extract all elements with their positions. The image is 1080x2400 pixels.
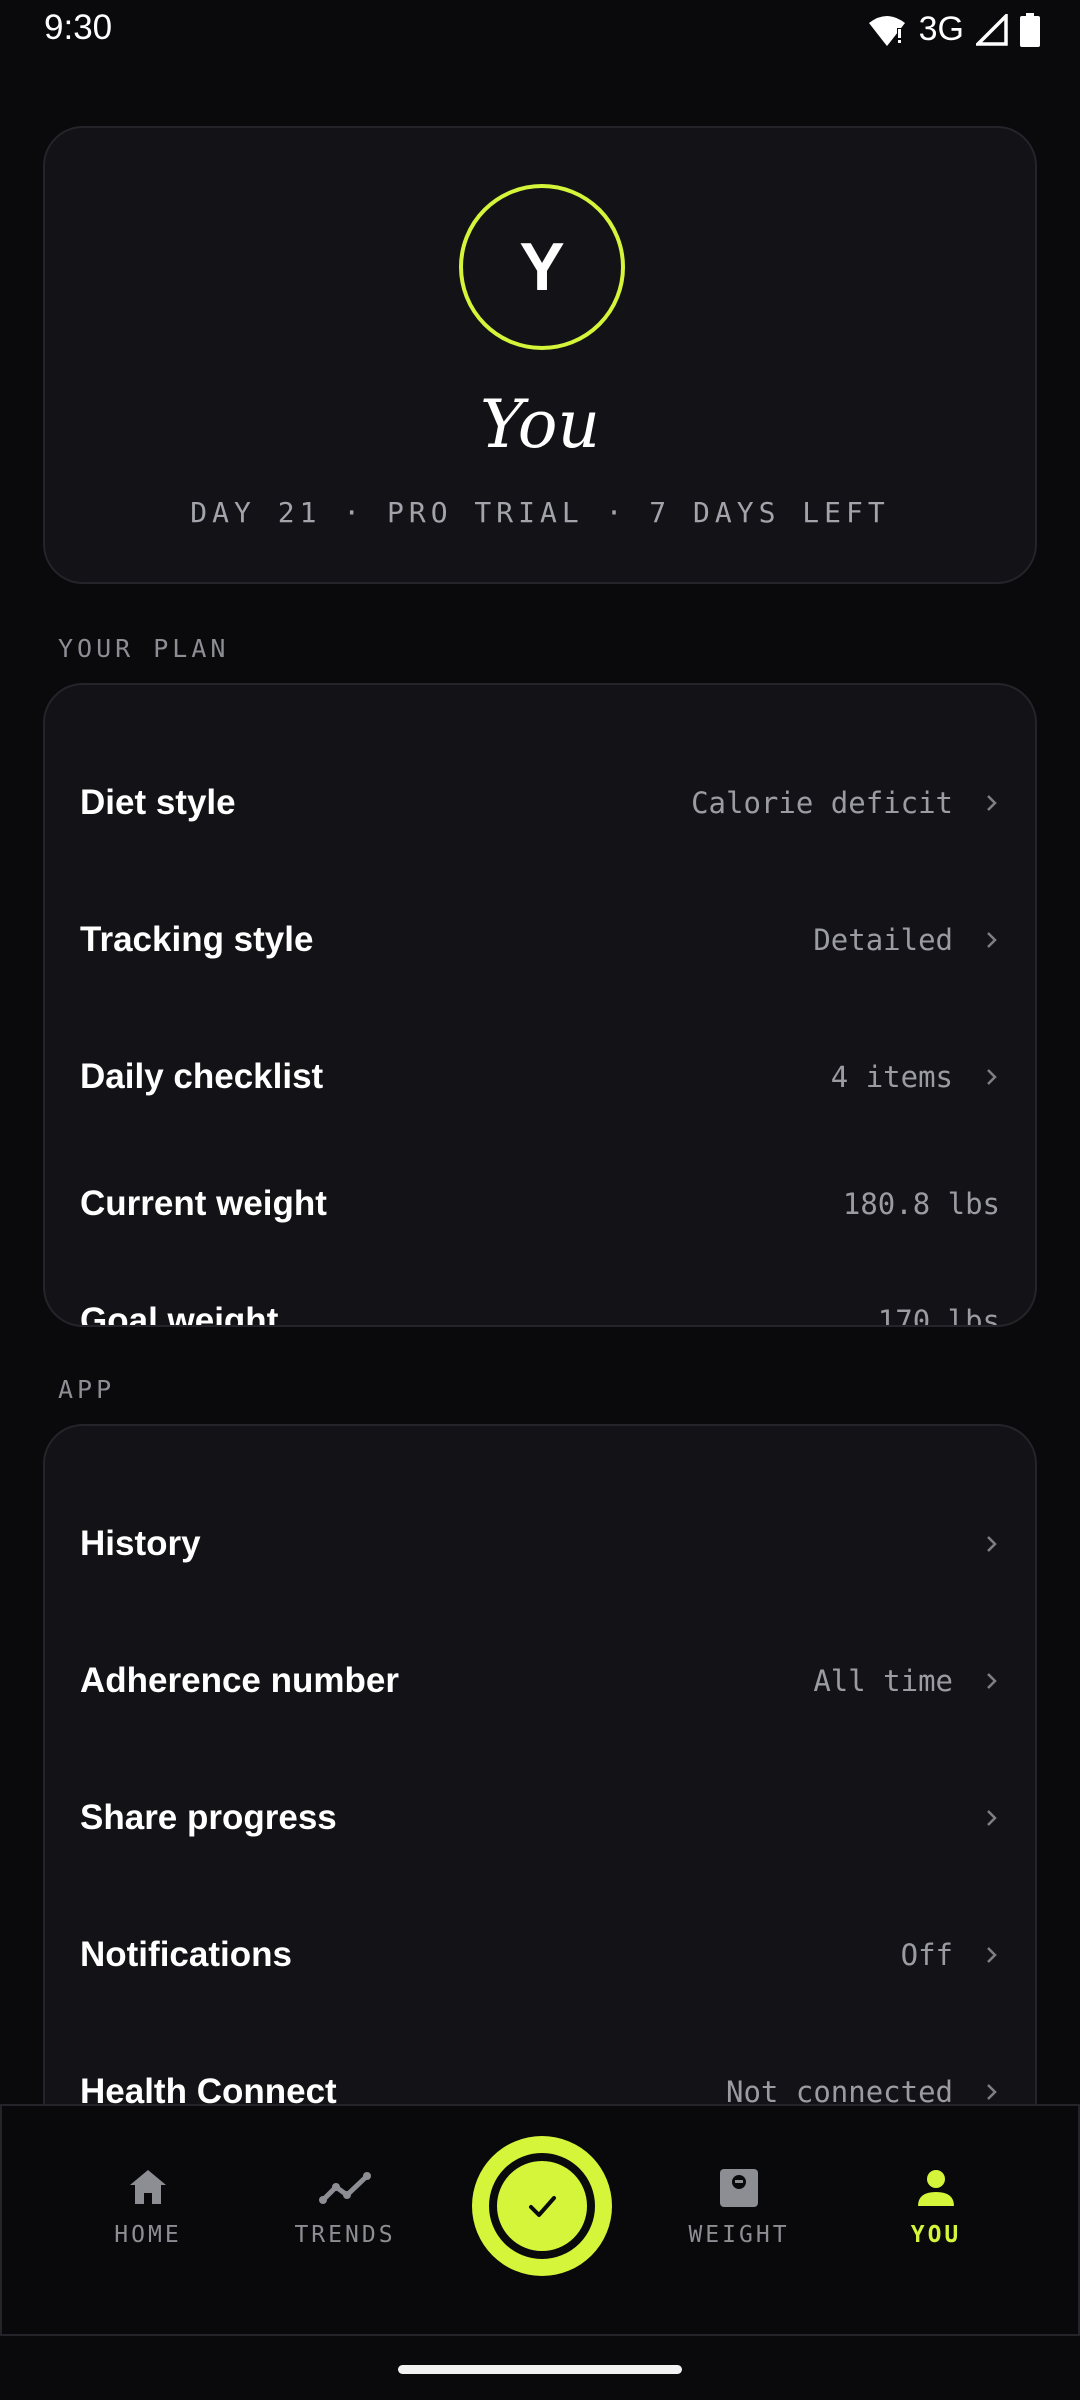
- nav-trends[interactable]: TRENDS: [265, 2166, 425, 2286]
- profile-status: DAY 21 · PRO TRIAL · 7 DAYS LEFT: [190, 496, 890, 529]
- fab-ring: [489, 2153, 595, 2259]
- plan-row-current-weight: Current weight 180.8 lbs: [45, 1154, 1035, 1254]
- log-day-button[interactable]: [472, 2136, 612, 2276]
- chevron-right-icon: [987, 1536, 997, 1552]
- person-icon: [918, 2170, 954, 2206]
- row-value: 170 lbs: [877, 1304, 1000, 1327]
- nav-label: YOU: [910, 2222, 962, 2248]
- home-icon: [130, 2170, 166, 2204]
- nav-home[interactable]: HOME: [68, 2166, 228, 2286]
- section-label-app: APP: [58, 1375, 116, 1404]
- home-indicator[interactable]: [398, 2365, 682, 2374]
- nav-label: WEIGHT: [688, 2222, 790, 2248]
- plan-card: Diet style Calorie deficit Tracking styl…: [43, 683, 1037, 1327]
- row-value: 180.8 lbs: [842, 1187, 1000, 1221]
- row-value: All time: [813, 1664, 953, 1698]
- row-label: History: [80, 1524, 201, 1563]
- chevron-right-icon: [987, 1810, 997, 1826]
- status-time: 9:30: [44, 8, 113, 47]
- app-card: History Adherence number All time Share …: [43, 1424, 1037, 2144]
- row-value: Calorie deficit: [691, 786, 953, 820]
- row-label: Goal weight: [80, 1301, 279, 1327]
- row-label: Adherence number: [80, 1661, 399, 1700]
- avatar[interactable]: Y: [459, 184, 625, 350]
- app-row-history[interactable]: History: [45, 1494, 1035, 1594]
- status-bar: 9:30 3G: [0, 0, 1080, 62]
- battery-icon: [1020, 12, 1040, 47]
- row-label: Notifications: [80, 1935, 292, 1974]
- row-value: Detailed: [813, 923, 953, 957]
- check-icon: [529, 2196, 556, 2217]
- row-label: Tracking style: [80, 920, 314, 959]
- profile-name: You: [479, 386, 601, 463]
- row-value: 4 items: [830, 1060, 953, 1094]
- nav-weight[interactable]: WEIGHT: [659, 2166, 819, 2286]
- row-label: Current weight: [80, 1184, 327, 1223]
- signal-icon: [976, 13, 1008, 46]
- nav-label: HOME: [114, 2222, 182, 2248]
- app-row-adherence-number[interactable]: Adherence number All time: [45, 1631, 1035, 1731]
- row-label: Diet style: [80, 783, 236, 822]
- plan-row-tracking-style[interactable]: Tracking style Detailed: [45, 890, 1035, 990]
- profile-card: Y You DAY 21 · PRO TRIAL · 7 DAYS LEFT: [43, 126, 1037, 584]
- chevron-right-icon: [987, 2084, 997, 2100]
- row-label: Share progress: [80, 1798, 337, 1837]
- section-label-your-plan: YOUR PLAN: [58, 634, 230, 663]
- nav-label: TRENDS: [294, 2222, 396, 2248]
- plan-row-goal-weight: Goal weight 170 lbs: [45, 1271, 1035, 1327]
- chevron-right-icon: [987, 1947, 997, 1963]
- app-row-share-progress[interactable]: Share progress: [45, 1768, 1035, 1868]
- app-row-notifications[interactable]: Notifications Off: [45, 1905, 1035, 2005]
- chevron-right-icon: [987, 1673, 997, 1689]
- network-type: 3G: [918, 10, 964, 48]
- trends-icon: [319, 2172, 371, 2204]
- plan-row-diet-style[interactable]: Diet style Calorie deficit: [45, 753, 1035, 853]
- row-value: Off: [900, 1938, 953, 1972]
- row-label: Daily checklist: [80, 1057, 324, 1096]
- chevron-right-icon: [987, 1069, 997, 1085]
- chevron-right-icon: [987, 932, 997, 948]
- wifi-icon: [868, 15, 905, 46]
- nav-you[interactable]: YOU: [856, 2166, 1016, 2286]
- chevron-right-icon: [987, 795, 997, 811]
- status-icons: 3G: [867, 10, 1040, 49]
- bottom-nav: HOME TRENDS WEIGHT YOU: [0, 2104, 1080, 2336]
- plan-row-daily-checklist[interactable]: Daily checklist 4 items: [45, 1027, 1035, 1127]
- scale-icon: [720, 2169, 758, 2207]
